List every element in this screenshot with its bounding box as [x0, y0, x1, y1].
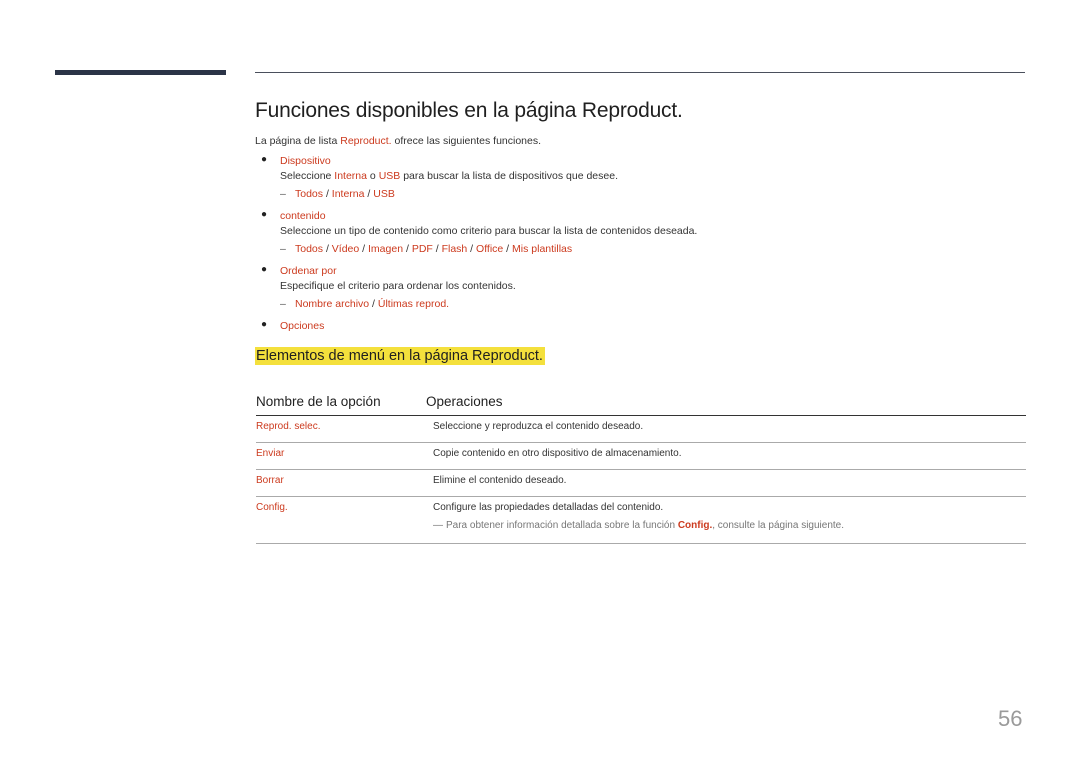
option-value: USB: [373, 188, 395, 200]
intro-before: La página de lista: [255, 135, 341, 147]
dash-icon: –: [280, 188, 286, 200]
bullet-icon: ●: [261, 264, 268, 275]
operation-desc: Configure las propiedades detalladas del…: [433, 502, 664, 513]
intro-text: La página de lista Reproduct. ofrece las…: [255, 135, 541, 147]
header-accent-bar: [55, 70, 226, 75]
table-row: Borrar Elimine el contenido deseado.: [256, 470, 1026, 497]
option-name: Borrar: [256, 475, 284, 486]
option-value: Vídeo: [331, 243, 360, 255]
function-list: ● Dispositivo Seleccione Interna o USB p…: [255, 154, 1015, 333]
option-value: Imagen: [368, 243, 404, 255]
option-separator: /: [364, 188, 374, 200]
option-value: PDF: [411, 243, 433, 255]
table-header: Nombre de la opción Operaciones: [256, 387, 1026, 416]
option-separator: /: [403, 243, 412, 255]
header-option-name: Nombre de la opción: [256, 393, 381, 409]
desc-part: para buscar la lista de dispositivos que…: [400, 170, 618, 182]
list-item-contenido: ● contenido Seleccione un tipo de conten…: [255, 209, 1015, 258]
option-separator: /: [323, 188, 332, 200]
list-item-ordenar-por: ● Ordenar por Especifique el criterio pa…: [255, 264, 1015, 313]
option-value: Todos: [295, 188, 324, 200]
desc-part: Interna: [334, 170, 367, 182]
bullet-icon: ●: [261, 154, 268, 165]
option-list: – Todos / Vídeo / Imagen / PDF / Flash / …: [280, 240, 1015, 258]
option-list: – Nombre archivo / Últimas reprod.: [280, 295, 1015, 313]
menu-table: Nombre de la opción Operaciones Reprod. …: [256, 387, 1026, 544]
operation-desc: Copie contenido en otro dispositivo de a…: [433, 448, 682, 459]
note-after: , consulte la página siguiente.: [712, 520, 845, 531]
bullet-desc: Seleccione un tipo de contenido como cri…: [280, 225, 698, 237]
bullet-title: Ordenar por: [280, 265, 337, 277]
page-number: 56: [998, 706, 1023, 731]
intro-highlight: Reproduct.: [340, 135, 392, 147]
option-separator: /: [503, 243, 513, 255]
option-value: Todos: [295, 243, 324, 255]
option-name: Config.: [256, 502, 288, 513]
option-list: – Todos / Interna / USB: [280, 185, 1015, 203]
list-item-opciones: ● Opciones: [255, 319, 1015, 333]
desc-part: o: [367, 170, 379, 182]
bullet-title: Dispositivo: [280, 155, 331, 167]
dash-icon: –: [280, 298, 286, 310]
table-row: Enviar Copie contenido en otro dispositi…: [256, 443, 1026, 470]
option-separator: /: [467, 243, 477, 255]
option-value: Interna: [331, 188, 365, 200]
header-operations: Operaciones: [426, 393, 503, 409]
list-item-dispositivo: ● Dispositivo Seleccione Interna o USB p…: [255, 154, 1015, 203]
table-row: Config. Configure las propiedades detall…: [256, 497, 1026, 544]
option-value: Flash: [441, 243, 468, 255]
option-separator: /: [369, 298, 378, 310]
operation-desc: Elimine el contenido deseado.: [433, 475, 567, 486]
option-value: Mis plantillas: [512, 243, 573, 255]
page-title: Funciones disponibles en la página Repro…: [255, 99, 683, 122]
note: ― Para obtener información detallada sobr…: [433, 520, 844, 531]
bullet-title: Opciones: [280, 320, 325, 332]
option-name: Reprod. selec.: [256, 421, 321, 432]
table-row: Reprod. selec. Seleccione y reproduzca e…: [256, 416, 1026, 443]
bullet-desc: Especifique el criterio para ordenar los…: [280, 280, 516, 292]
option-name: Enviar: [256, 448, 285, 459]
dash-icon: –: [280, 243, 286, 255]
desc-part: Seleccione: [280, 170, 335, 182]
header-rule: [255, 72, 1025, 73]
note-icon: ―: [433, 520, 443, 531]
operation-desc: Seleccione y reproduzca el contenido des…: [433, 421, 644, 432]
intro-after: ofrece las siguientes funciones.: [391, 135, 542, 147]
bullet-icon: ●: [261, 209, 268, 220]
section-title-menu: Elementos de menú en la página Reproduct…: [255, 347, 545, 365]
bullet-title: contenido: [280, 210, 326, 222]
bullet-desc: Seleccione Interna o USB para buscar la …: [280, 168, 1015, 185]
option-value: Office: [476, 243, 504, 255]
desc-part: USB: [378, 170, 401, 182]
bullet-icon: ●: [261, 319, 268, 330]
note-before: Para obtener información detallada sobre…: [446, 520, 678, 531]
option-separator: /: [432, 243, 442, 255]
option-value: Nombre archivo: [295, 298, 370, 310]
note-highlight: Config.: [677, 520, 713, 531]
option-separator: /: [359, 243, 369, 255]
option-value: Últimas reprod.: [377, 298, 450, 310]
option-separator: /: [323, 243, 332, 255]
